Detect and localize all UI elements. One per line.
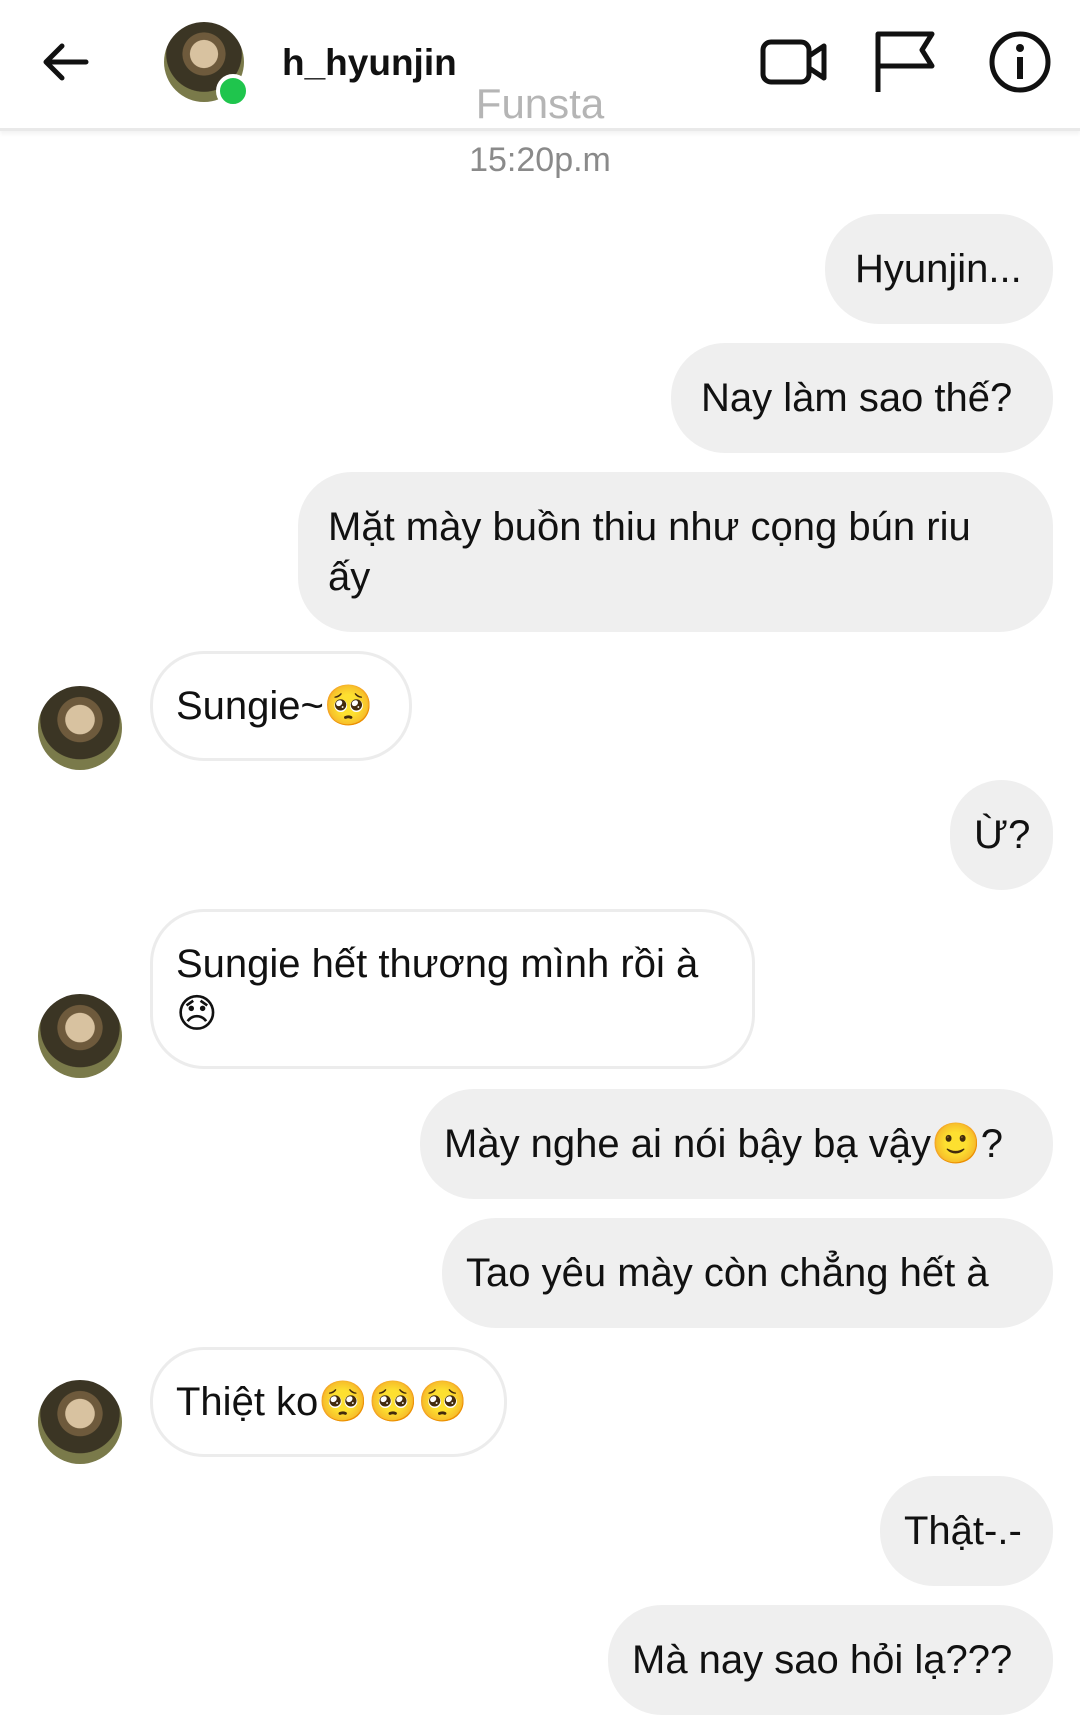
sent-message[interactable]: Ừ?: [950, 780, 1053, 890]
sent-message[interactable]: Mà nay sao hỏi lạ???: [608, 1605, 1053, 1715]
sender-avatar[interactable]: [38, 994, 122, 1078]
username[interactable]: h_hyunjin: [282, 42, 457, 84]
sent-message[interactable]: Thật-.-: [880, 1476, 1053, 1586]
sender-avatar[interactable]: [38, 1380, 122, 1464]
sent-message[interactable]: Mặt mày buồn thiu như cọng bún riu ấy: [298, 472, 1053, 632]
sent-message[interactable]: Nay làm sao thế?: [671, 343, 1053, 453]
received-message[interactable]: Thiệt ko🥺🥺🥺: [150, 1347, 507, 1457]
message-timestamp: 15:20p.m: [469, 141, 611, 179]
received-message[interactable]: Sungie hết thương mình rồi à 😞: [150, 909, 755, 1069]
chat-header: h_hyunjin Funsta: [0, 0, 1080, 131]
sender-avatar[interactable]: [38, 686, 122, 770]
received-message[interactable]: Sungie~🥺: [150, 651, 412, 761]
chat-subtitle: Funsta: [475, 80, 605, 127]
sent-message[interactable]: Tao yêu mày còn chẳng hết à: [442, 1218, 1053, 1328]
sent-message[interactable]: Mày nghe ai nói bậy bạ vậy🙂?: [420, 1089, 1053, 1199]
sent-message[interactable]: Hyunjin...: [825, 214, 1053, 324]
